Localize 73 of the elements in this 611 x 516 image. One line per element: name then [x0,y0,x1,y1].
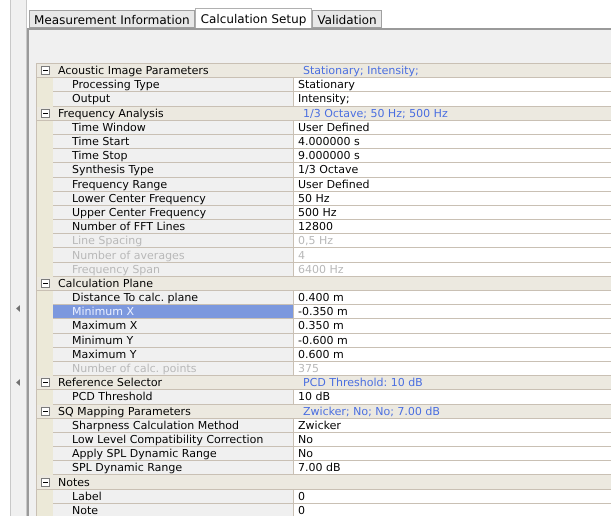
property-value-cell[interactable]: Intensity; [294,92,611,107]
property-value-cell[interactable]: 500 Hz [294,206,611,220]
property-value-cell[interactable]: No [294,447,611,462]
property-value-cell[interactable]: -0.600 m [294,334,611,348]
category-row[interactable]: Acoustic Image Parameters Stationary; Intensity; [37,64,611,78]
property-value-cell[interactable]: 0.400 m [294,291,611,306]
property-value-cell[interactable]: 4.000000 s [294,134,611,150]
property-name-cell[interactable]: Upper Center Frequency [53,206,294,220]
property-value-cell[interactable]: 0 [294,490,611,504]
property-name-cell[interactable]: Sharpness Calculation Method [53,418,294,433]
property-value-cell[interactable]: 9.000000 s [294,149,611,164]
property-value-cell[interactable]: User Defined [294,120,611,135]
property-name-cell[interactable]: Label [53,490,294,504]
collapse-icon[interactable] [41,406,50,416]
category-summary: PCD Threshold: 10 dB [303,376,423,390]
property-value-cell[interactable]: 7.00 dB [294,461,611,476]
property-value-cell[interactable]: Zwicker [294,418,611,433]
property-name-cell[interactable]: Lower Center Frequency [53,192,294,206]
property-value-cell[interactable]: No [294,432,611,448]
collapse-icon[interactable] [41,66,50,76]
property-name-cell[interactable]: Maximum Y [53,348,294,362]
collapse-icon[interactable] [41,378,50,388]
property-name-cell[interactable]: Low Level Compatibility Correction [53,432,294,448]
property-name-cell[interactable]: Apply SPL Dynamic Range [53,447,294,462]
category-name: SQ Mapping Parameters [58,404,191,418]
property-value-cell[interactable]: 10 dB [294,390,611,404]
collapse-icon[interactable] [41,478,50,487]
category-name: Reference Selector [58,376,162,390]
property-value-cell[interactable]: 1/3 Octave [294,163,611,178]
property-name-cell[interactable]: Time Window [53,120,294,135]
property-value-cell[interactable]: 0 [294,504,611,516]
category-summary: 1/3 Octave; 50 Hz; 500 Hz [303,106,448,120]
category-name: Acoustic Image Parameters [58,64,209,78]
indent-gutter [37,418,53,476]
property-value-cell[interactable]: 12800 [294,220,611,234]
property-value-cell[interactable]: User Defined [294,178,611,192]
property-name-cell[interactable]: Distance To calc. plane [53,291,294,306]
category-name: Calculation Plane [58,276,154,290]
tab[interactable]: Measurement Information [29,10,195,28]
indent-gutter [37,78,53,107]
tab[interactable]: Validation [312,10,382,28]
property-value-cell[interactable]: 50 Hz [294,192,611,206]
collapse-arrow-icon[interactable] [16,305,21,312]
tab[interactable]: Calculation Setup [194,8,312,28]
category-row[interactable]: Notes [37,475,611,490]
property-name-cell[interactable]: Output [53,92,294,107]
property-name-cell[interactable]: Maximum X [53,319,294,334]
property-name-cell[interactable]: Number of FFT Lines [53,220,294,234]
property-name-cell[interactable]: Time Start [53,134,294,150]
property-value-cell[interactable]: 0.350 m [294,319,611,334]
indent-gutter [37,390,53,404]
category-summary: Stationary; Intensity; [303,64,419,78]
category-row[interactable]: SQ Mapping Parameters Zwicker; No; No; 7.00 dB [37,404,611,419]
property-name-cell[interactable]: Frequency Range [53,178,294,192]
property-name-cell[interactable]: Time Stop [53,149,294,164]
collapse-icon[interactable] [41,108,50,118]
category-summary: Zwicker; No; No; 7.00 dB [303,404,440,418]
category-row[interactable]: Reference Selector PCD Threshold: 10 dB [37,376,611,390]
property-name-cell[interactable]: SPL Dynamic Range [53,461,294,476]
collapse-icon[interactable] [41,278,50,288]
category-row[interactable]: Calculation Plane [37,276,611,291]
property-value-cell[interactable]: -0.350 m [294,305,611,320]
collapse-arrow-icon[interactable] [16,379,21,386]
indent-gutter [37,490,53,516]
property-name-cell[interactable]: Minimum Y [53,334,294,348]
property-value-cell[interactable]: Stationary [294,78,611,92]
property-name-cell[interactable]: Processing Type [53,78,294,92]
property-value-cell[interactable]: 0.600 m [294,348,611,362]
property-name-cell[interactable]: Synthesis Type [53,163,294,178]
category-name: Frequency Analysis [58,106,164,120]
property-name-cell[interactable]: PCD Threshold [53,390,294,404]
category-row[interactable]: Frequency Analysis 1/3 Octave; 50 Hz; 500 Hz [37,106,611,121]
category-name: Notes [58,476,90,489]
